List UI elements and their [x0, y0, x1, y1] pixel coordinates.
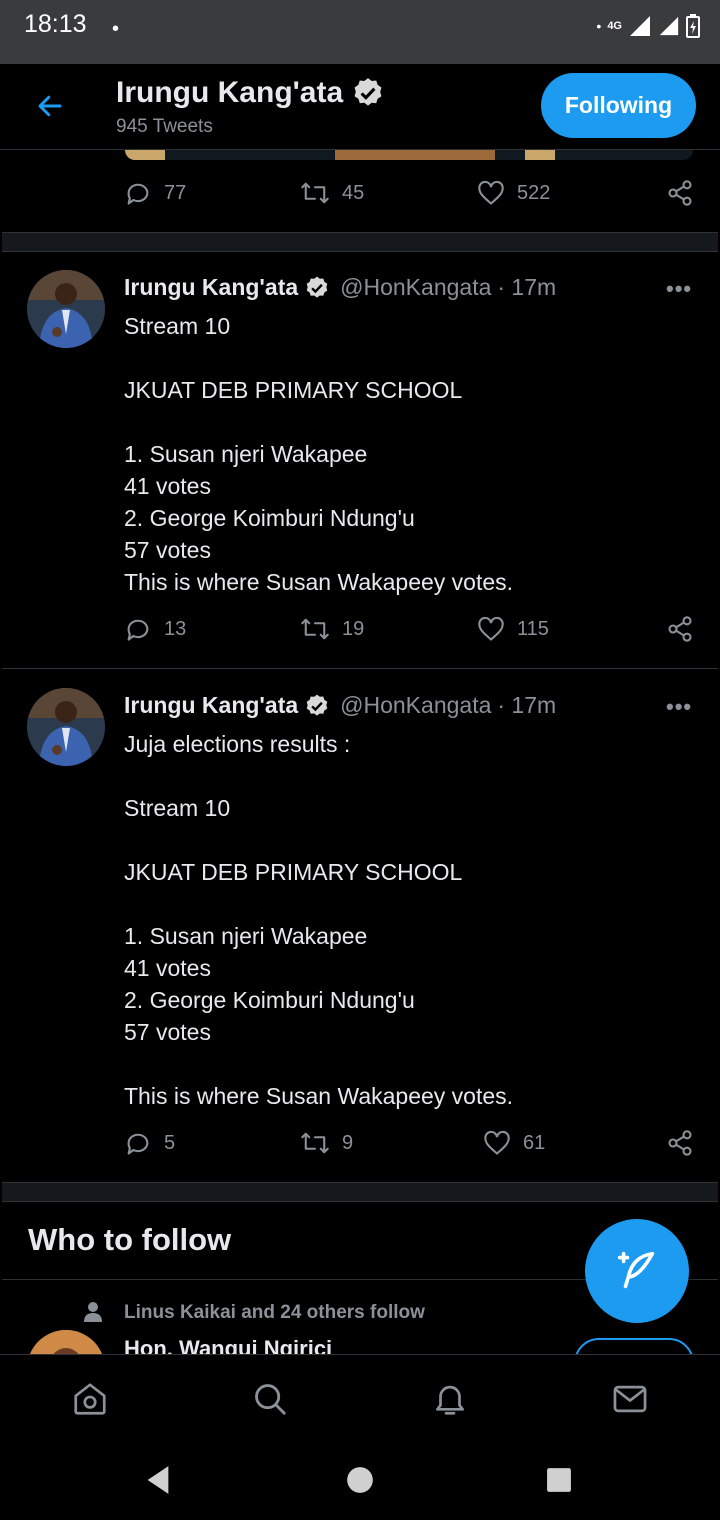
who-to-follow-title: Who to follow: [28, 1222, 232, 1257]
network-type: 4G: [607, 20, 622, 32]
tweet-actions: 5 9 61: [124, 1129, 696, 1163]
share-icon: [668, 1130, 692, 1156]
battery-icon: [686, 14, 700, 38]
avatar[interactable]: [27, 270, 105, 348]
tweet-actions: 77 45 522: [124, 179, 696, 213]
reply-action[interactable]: 13: [124, 615, 186, 643]
like-count: 61: [523, 1131, 546, 1154]
share-action[interactable]: [666, 1129, 694, 1157]
profile-name: Irungu Kang'ata: [116, 76, 344, 109]
like-action[interactable]: 61: [483, 1129, 545, 1157]
circle-home-icon: [347, 1467, 373, 1493]
heart-icon: [484, 1130, 510, 1155]
tweet-actions: 13 19 115: [124, 615, 696, 649]
verified-badge-icon: [354, 78, 382, 106]
tweet-count: 945 Tweets: [116, 116, 213, 137]
reply-action[interactable]: 5: [124, 1129, 175, 1157]
system-recents-button[interactable]: [543, 1464, 575, 1496]
system-navigation-bar: [0, 1440, 720, 1520]
compose-feather-icon: [617, 1251, 655, 1289]
triangle-back-icon: [147, 1466, 169, 1494]
nav-search[interactable]: [250, 1379, 290, 1419]
social-context: Linus Kaikai and 24 others follow: [124, 1302, 425, 1323]
status-time: 18:13: [24, 10, 87, 38]
retweet-icon: [301, 1132, 329, 1154]
following-button[interactable]: Following: [541, 73, 696, 138]
like-action[interactable]: 522: [477, 179, 550, 207]
reply-count: 13: [164, 617, 187, 640]
system-home-button[interactable]: [344, 1464, 376, 1496]
signal-2-icon: [659, 16, 679, 36]
verified-badge-icon: [306, 276, 328, 298]
signal-dot-icon: •: [596, 18, 602, 34]
more-options-button[interactable]: •••: [666, 694, 692, 720]
author-name[interactable]: Irungu Kang'ata: [124, 692, 298, 719]
verified-badge-icon: [306, 694, 328, 716]
retweet-action[interactable]: 45: [300, 179, 364, 207]
retweet-count: 9: [342, 1131, 354, 1154]
reply-icon: [127, 183, 149, 205]
share-action[interactable]: [666, 615, 694, 643]
system-back-button[interactable]: [142, 1464, 174, 1496]
square-recents-icon: [547, 1468, 571, 1492]
reply-icon: [127, 619, 149, 641]
tweet-header: Irungu Kang'ata @HonKangata · 17m: [124, 692, 556, 719]
profile-header: Irungu Kang'ata 945 Tweets Following: [0, 64, 720, 150]
bottom-navigation: [0, 1354, 720, 1440]
tweet-text: Juja elections results : Stream 10 JKUAT…: [124, 731, 514, 1109]
like-action[interactable]: 115: [477, 615, 549, 643]
home-icon: [74, 1383, 106, 1415]
tweet-time: · 17m: [497, 274, 557, 300]
bell-icon: [435, 1385, 465, 1415]
like-count: 522: [517, 181, 551, 204]
tweet-separator: [2, 668, 718, 669]
like-count: 115: [517, 617, 549, 640]
author-handle[interactable]: @HonKangata: [340, 692, 491, 719]
mail-icon: [613, 1385, 647, 1413]
status-notification-dot: •: [112, 18, 120, 40]
reply-action[interactable]: 77: [124, 179, 186, 207]
compose-tweet-button[interactable]: [585, 1219, 689, 1323]
nav-messages[interactable]: [610, 1379, 650, 1419]
tweet-time: · 17m: [497, 692, 557, 718]
back-button[interactable]: [30, 86, 70, 126]
status-indicators: • 4G: [596, 12, 700, 40]
retweet-icon: [301, 182, 329, 204]
arrow-left-icon: [38, 95, 62, 117]
nav-notifications[interactable]: [430, 1379, 470, 1419]
share-icon: [668, 180, 692, 206]
share-icon: [668, 616, 692, 642]
section-divider: [2, 232, 718, 252]
more-options-button[interactable]: •••: [666, 276, 692, 302]
avatar[interactable]: [27, 688, 105, 766]
status-bar: 18:13 • • 4G: [0, 0, 720, 64]
author-name[interactable]: Irungu Kang'ata: [124, 274, 298, 301]
nav-home[interactable]: [70, 1379, 110, 1419]
signal-icon: [630, 16, 650, 36]
section-divider: [2, 1182, 718, 1202]
share-action[interactable]: [666, 179, 694, 207]
profile-name-row: Irungu Kang'ata: [116, 76, 385, 110]
retweet-count: 45: [342, 181, 365, 204]
retweet-count: 19: [342, 617, 365, 640]
search-icon: [255, 1384, 286, 1415]
retweet-action[interactable]: 19: [300, 615, 364, 643]
tweet-text: Stream 10 JKUAT DEB PRIMARY SCHOOL 1. Su…: [124, 313, 514, 595]
retweet-action[interactable]: 9: [300, 1129, 353, 1157]
reply-count: 5: [164, 1131, 176, 1154]
author-handle[interactable]: @HonKangata: [340, 274, 491, 301]
person-icon: [84, 1302, 102, 1322]
heart-icon: [478, 616, 504, 641]
heart-icon: [478, 180, 504, 205]
reply-count: 77: [164, 181, 187, 204]
retweet-icon: [301, 618, 329, 640]
tweet-media-image[interactable]: [125, 150, 693, 160]
reply-icon: [127, 1133, 149, 1155]
tweet-header: Irungu Kang'ata @HonKangata · 17m: [124, 274, 556, 301]
